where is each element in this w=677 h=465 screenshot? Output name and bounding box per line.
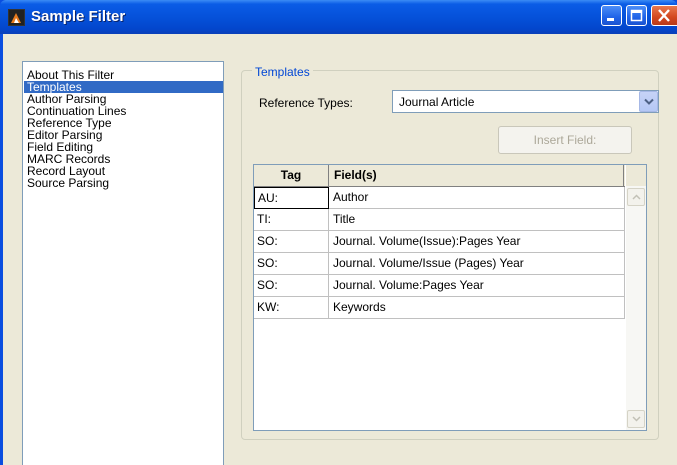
tag-cell[interactable]: AU: [254,187,329,209]
tag-cell[interactable]: SO: [254,231,329,253]
field-cell[interactable]: Author [329,187,625,209]
templates-grid[interactable]: Tag Field(s) AU: Author TI: Title SO: Journal… [253,164,647,431]
title-bar[interactable]: Sample Filter [0,0,677,34]
table-row[interactable]: AU: Author [254,187,625,209]
minimize-icon [607,18,614,21]
field-cell[interactable]: Title [329,209,625,231]
reference-types-label: Reference Types: [259,96,353,110]
table-row[interactable]: KW: Keywords [254,297,625,319]
sidebar-item-source-parsing[interactable]: Source Parsing [24,177,223,189]
templates-group-label: Templates [252,65,313,79]
field-cell[interactable]: Journal. Volume/Issue (Pages) Year [329,253,625,275]
tag-column-header[interactable]: Tag [254,165,329,186]
filter-sections-list[interactable]: About This Filter Templates Author Parsing… [22,61,224,465]
tag-cell[interactable]: TI: [254,209,329,231]
field-cell[interactable]: Keywords [329,297,625,319]
grid-header: Tag Field(s) [254,165,625,187]
field-cell[interactable]: Journal. Volume(Issue):Pages Year [329,231,625,253]
minimize-button[interactable] [601,5,622,26]
dropdown-button[interactable] [639,91,658,112]
close-icon [658,9,670,22]
window-title: Sample Filter [31,8,126,25]
maximize-button[interactable] [626,5,647,26]
insert-field-label: Insert Field: [533,133,597,147]
scroll-up-button[interactable] [627,188,645,206]
close-button[interactable] [651,5,677,26]
tag-cell[interactable]: SO: [254,275,329,297]
fields-column-header[interactable]: Field(s) [329,165,624,186]
vertical-scrollbar[interactable] [626,186,646,430]
sample-filter-window: Sample Filter About This Filter Templates… [0,0,677,465]
table-row[interactable]: TI: Title [254,209,625,231]
scroll-down-button[interactable] [627,410,645,428]
grid-corner [626,165,646,186]
table-row[interactable]: SO: Journal. Volume(Issue):Pages Year [254,231,625,253]
tag-cell[interactable]: SO: [254,253,329,275]
maximize-icon [630,9,643,22]
tag-cell[interactable]: KW: [254,297,329,319]
table-row[interactable]: SO: Journal. Volume/Issue (Pages) Year [254,253,625,275]
table-row[interactable]: SO: Journal. Volume:Pages Year [254,275,625,297]
chevron-down-icon [644,98,654,105]
chevron-up-icon [632,194,641,200]
app-icon [8,9,25,26]
reference-type-value: Journal Article [399,95,475,109]
chevron-down-icon [632,416,641,422]
field-cell[interactable]: Journal. Volume:Pages Year [329,275,625,297]
dialog-body: About This Filter Templates Author Parsing… [3,34,677,465]
insert-field-button[interactable]: Insert Field: [498,126,632,154]
reference-types-dropdown[interactable]: Journal Article [392,90,659,113]
